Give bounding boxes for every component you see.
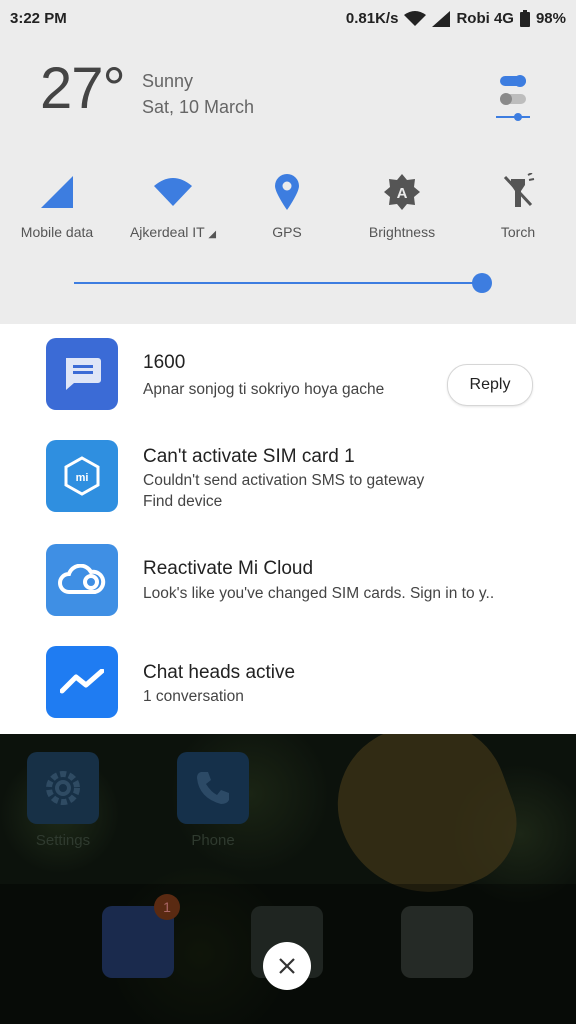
qs-label: Ajkerdeal IT ◢ [118, 224, 228, 240]
notification-text: Apnar sonjog ti sokriyo hoya gache [143, 381, 385, 398]
notification-item-mi-cloud[interactable]: Reactivate Mi Cloud Look's like you've c… [0, 544, 576, 634]
close-shade-button[interactable] [263, 942, 311, 990]
location-pin-icon [232, 170, 342, 214]
auto-brightness-icon: A [347, 170, 457, 214]
mi-icon: mi [46, 440, 118, 512]
notification-title: 1600 [143, 352, 186, 373]
phone-icon [177, 752, 249, 824]
reply-button[interactable]: Reply [447, 364, 533, 406]
qs-label: Mobile data [20, 224, 94, 240]
brightness-slider-thumb[interactable] [472, 273, 492, 293]
svg-text:A: A [397, 185, 408, 202]
app-label: Phone [191, 832, 235, 849]
notification-title: Reactivate Mi Cloud [143, 558, 314, 579]
status-bar: 3:22 PM 0.81K/s Robi 4G 98% [0, 0, 576, 38]
qs-tile-gps[interactable]: GPS [232, 170, 342, 240]
close-icon [279, 958, 295, 974]
wifi-icon [118, 170, 228, 214]
gear-icon [27, 752, 99, 824]
svg-text:mi: mi [76, 472, 89, 484]
quick-settings-row: Mobile data Ajkerdeal IT ◢ GPS A Brightn… [0, 170, 576, 250]
unread-badge: 1 [154, 894, 180, 920]
app-phone: Phone [174, 752, 252, 849]
notification-item-messages[interactable]: 1600 Apnar sonjog ti sokriyo hoya gache … [0, 334, 576, 424]
net-speed: 0.81K/s [345, 10, 399, 27]
brightness-slider[interactable] [74, 282, 482, 284]
app-settings: Settings [24, 752, 102, 849]
qs-label-text: Ajkerdeal IT [129, 224, 205, 240]
dock-chrome-icon [401, 906, 473, 978]
qs-tile-brightness[interactable]: A Brightness [347, 170, 457, 240]
app-label: Settings [35, 832, 91, 849]
status-right: 0.81K/s Robi 4G 98% [346, 10, 566, 27]
settings-toggle-icon[interactable] [494, 72, 532, 126]
battery-icon [519, 10, 530, 27]
messenger-icon [46, 646, 118, 718]
qs-label: GPS [272, 224, 302, 240]
notification-title: Chat heads active [143, 662, 296, 683]
notification-list: 1600 Apnar sonjog ti sokriyo hoya gache … [0, 324, 576, 734]
notification-shade: 3:22 PM 0.81K/s Robi 4G 98% 27° Sunny Sa… [0, 0, 576, 324]
cloud-icon [46, 544, 118, 616]
notification-text: Couldn't send activation SMS to gateway [143, 472, 425, 489]
wifi-status-icon [404, 10, 427, 27]
qs-label: Brightness [368, 224, 436, 240]
qs-tile-torch[interactable]: Torch [463, 170, 573, 240]
messages-icon [46, 338, 118, 410]
carrier-name: Robi 4G [456, 10, 514, 27]
battery-percent: 98% [535, 10, 566, 27]
signal-icon [432, 10, 451, 27]
dropdown-triangle-icon[interactable]: ◢ [208, 229, 216, 240]
temperature: 27° [40, 56, 126, 121]
qs-label: Torch [500, 224, 536, 240]
status-time: 3:22 PM [10, 10, 67, 27]
mobile-data-icon [2, 170, 112, 214]
date-label: Sat, 10 March [142, 97, 255, 117]
notification-item-messenger[interactable]: Chat heads active 1 conversation [0, 646, 576, 736]
qs-tile-wifi[interactable]: Ajkerdeal IT ◢ [118, 170, 228, 240]
notification-text: 1 conversation [143, 688, 244, 705]
find-device-link[interactable]: Find device [143, 493, 222, 511]
weather-condition: Sunny [142, 71, 194, 91]
notification-title: Can't activate SIM card 1 [143, 446, 355, 467]
notification-item-sim[interactable]: mi Can't activate SIM card 1 Couldn't se… [0, 440, 576, 530]
torch-icon [463, 170, 573, 214]
qs-tile-mobile-data[interactable]: Mobile data [2, 170, 112, 240]
notification-text: Look's like you've changed SIM cards. Si… [143, 585, 495, 602]
